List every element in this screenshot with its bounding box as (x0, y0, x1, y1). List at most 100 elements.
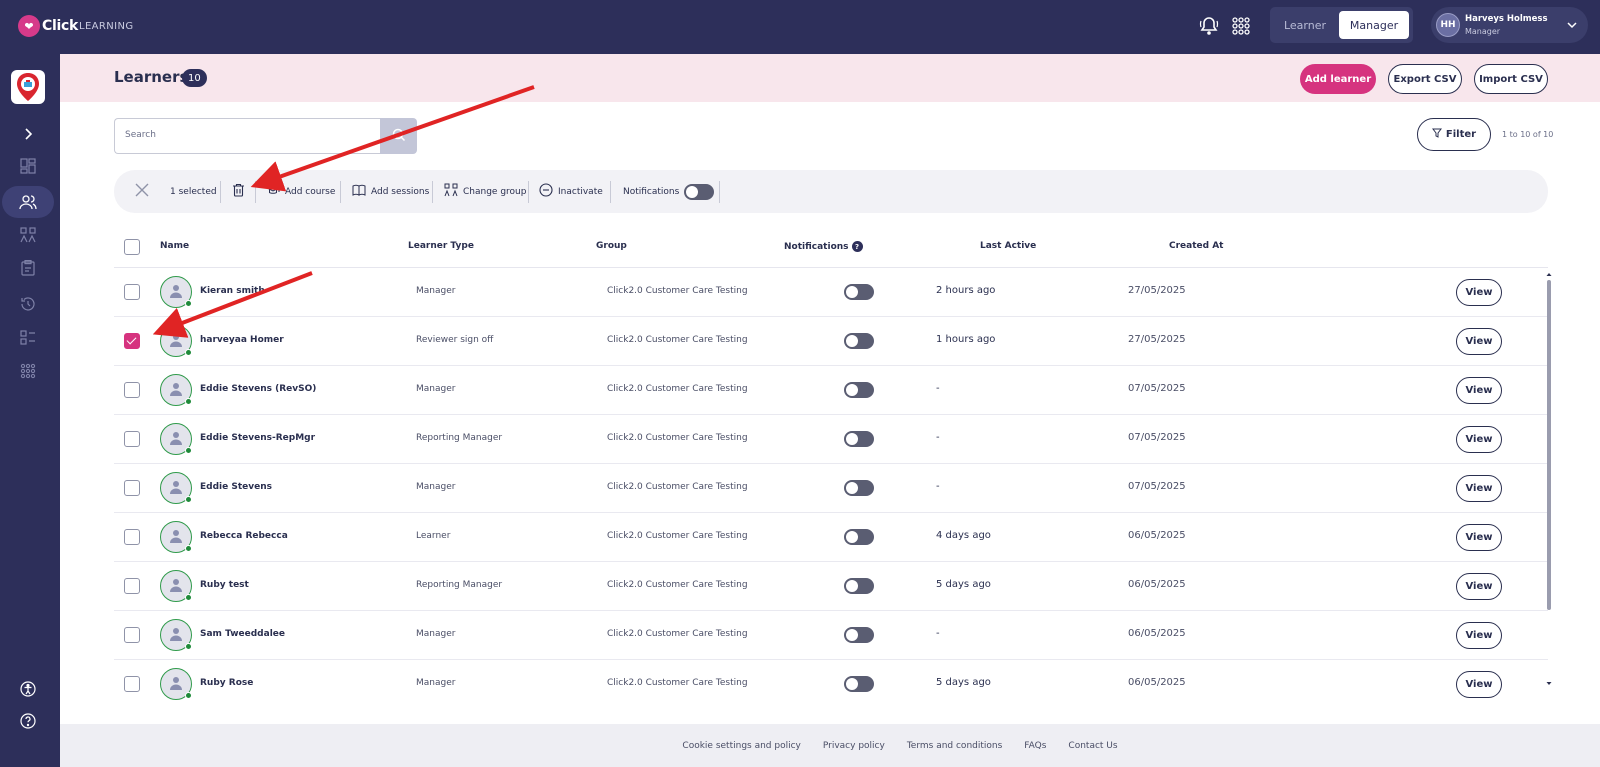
row-checkbox[interactable] (124, 480, 140, 496)
column-created-at[interactable]: Created At (1169, 241, 1223, 251)
user-icon (168, 283, 184, 302)
learner-name[interactable]: Ruby Rose (200, 678, 253, 688)
select-all-checkbox[interactable] (124, 239, 140, 255)
add-learner-button[interactable]: Add learner (1300, 64, 1376, 94)
organisation-logo[interactable] (11, 70, 45, 104)
table-scrollbar[interactable] (1546, 272, 1552, 686)
footer-link-terms[interactable]: Terms and conditions (907, 741, 1002, 751)
view-button[interactable]: View (1456, 426, 1502, 453)
learner-avatar (160, 374, 192, 406)
notifications-toggle[interactable] (844, 382, 874, 398)
users-icon[interactable] (18, 192, 38, 212)
table-row[interactable]: Eddie Stevens-RepMgr Reporting Manager Cli… (114, 415, 1548, 464)
add-course-button[interactable]: Add course (265, 170, 335, 213)
checklist-icon[interactable] (18, 328, 38, 348)
clear-selection-button[interactable] (134, 170, 150, 213)
change-group-button[interactable]: Change group (444, 170, 526, 213)
notifications-toggle[interactable] (844, 627, 874, 643)
table-row[interactable]: Eddie Stevens Manager Click2.0 Customer Ca… (114, 464, 1548, 513)
brand-logo[interactable]: ❤ Click LEARNING (18, 15, 134, 37)
learner-name[interactable]: Eddie Stevens-RepMgr (200, 433, 315, 443)
table-row[interactable]: harveyaa Homer Reviewer sign off Click2.0 … (114, 317, 1548, 366)
chevron-right-icon[interactable] (18, 124, 38, 144)
column-group[interactable]: Group (596, 241, 627, 251)
clipboard-icon[interactable] (18, 258, 38, 278)
help-icon[interactable] (18, 711, 38, 731)
accessibility-icon[interactable] (18, 679, 38, 699)
table-row[interactable]: Sam Tweeddalee Manager Click2.0 Customer C… (114, 611, 1548, 660)
divider (610, 181, 611, 203)
delete-button[interactable] (232, 170, 245, 213)
page-title: Learners (114, 68, 189, 86)
table-row[interactable]: Ruby Rose Manager Click2.0 Customer Care T… (114, 660, 1548, 708)
view-button[interactable]: View (1456, 524, 1502, 551)
mode-learner-button[interactable]: Learner (1274, 11, 1336, 39)
learner-name[interactable]: Rebecca Rebecca (200, 531, 288, 541)
footer-link-privacy[interactable]: Privacy policy (823, 741, 885, 751)
online-status-dot (185, 349, 192, 356)
view-button[interactable]: View (1456, 328, 1502, 355)
export-csv-button[interactable]: Export CSV (1388, 64, 1462, 94)
view-button[interactable]: View (1456, 279, 1502, 306)
filter-label: Filter (1445, 129, 1477, 140)
notifications-toggle[interactable] (844, 529, 874, 545)
inactivate-button[interactable]: Inactivate (539, 170, 603, 213)
import-csv-button[interactable]: Import CSV (1474, 64, 1548, 94)
notifications-toggle[interactable] (844, 333, 874, 349)
notifications-toggle[interactable] (844, 480, 874, 496)
learner-name[interactable]: Ruby test (200, 580, 249, 590)
info-icon[interactable]: ? (851, 241, 863, 252)
notifications-toggle[interactable] (844, 284, 874, 300)
row-checkbox[interactable] (124, 627, 140, 643)
table-row[interactable]: Ruby test Reporting Manager Click2.0 Custo… (114, 562, 1548, 611)
history-icon[interactable] (18, 294, 38, 314)
learner-name[interactable]: Eddie Stevens (RevSO) (200, 384, 316, 394)
view-button[interactable]: View (1456, 573, 1502, 600)
row-checkbox[interactable] (124, 578, 140, 594)
row-checkbox[interactable] (124, 284, 140, 300)
learner-group: Click2.0 Customer Care Testing (607, 531, 748, 541)
column-notifications[interactable]: Notifications? (784, 241, 863, 252)
notifications-toggle[interactable] (844, 431, 874, 447)
learner-avatar (160, 668, 192, 700)
column-name[interactable]: Name (160, 241, 189, 251)
user-menu[interactable]: HH Harveys Holmess Manager (1431, 7, 1588, 43)
view-button[interactable]: View (1456, 622, 1502, 649)
row-checkbox[interactable] (124, 676, 140, 692)
footer-link-faqs[interactable]: FAQs (1024, 741, 1046, 751)
view-button[interactable]: View (1456, 671, 1502, 698)
course-icon[interactable] (18, 225, 38, 245)
view-button[interactable]: View (1456, 475, 1502, 502)
notifications-toggle[interactable] (844, 578, 874, 594)
table-row[interactable]: Eddie Stevens (RevSO) Manager Click2.0 Cus… (114, 366, 1548, 415)
table-row[interactable]: Rebecca Rebecca Learner Click2.0 Customer … (114, 513, 1548, 562)
column-last-active[interactable]: Last Active (980, 241, 1036, 251)
notifications-toggle[interactable] (844, 676, 874, 692)
scroll-thumb[interactable] (1547, 280, 1551, 610)
view-button[interactable]: View (1456, 377, 1502, 404)
filter-button[interactable]: Filter (1417, 118, 1491, 151)
learner-name[interactable]: harveyaa Homer (200, 335, 284, 345)
add-sessions-button[interactable]: Add sessions (352, 170, 429, 213)
grid-dots-icon[interactable] (18, 361, 38, 381)
column-learner-type[interactable]: Learner Type (408, 241, 474, 251)
learner-type: Manager (416, 629, 456, 639)
footer-link-cookies[interactable]: Cookie settings and policy (682, 741, 800, 751)
mode-manager-button[interactable]: Manager (1339, 11, 1409, 39)
row-checkbox[interactable] (124, 431, 140, 447)
dashboard-icon[interactable] (18, 156, 38, 176)
learner-name[interactable]: Kieran smith (200, 286, 265, 296)
row-checkbox[interactable] (124, 382, 140, 398)
last-active: 4 days ago (936, 530, 991, 541)
table-row[interactable]: Kieran smith Manager Click2.0 Customer Car… (114, 268, 1548, 317)
row-checkbox[interactable] (124, 529, 140, 545)
learner-name[interactable]: Sam Tweeddalee (200, 629, 285, 639)
search-button[interactable] (380, 118, 417, 154)
row-checkbox[interactable] (124, 333, 140, 349)
notifications-toggle[interactable] (684, 183, 715, 200)
footer-link-contact[interactable]: Contact Us (1068, 741, 1117, 751)
search-input[interactable] (125, 130, 365, 140)
apps-grid-icon[interactable] (1230, 15, 1252, 37)
bell-icon[interactable] (1198, 15, 1220, 37)
learner-name[interactable]: Eddie Stevens (200, 482, 272, 492)
